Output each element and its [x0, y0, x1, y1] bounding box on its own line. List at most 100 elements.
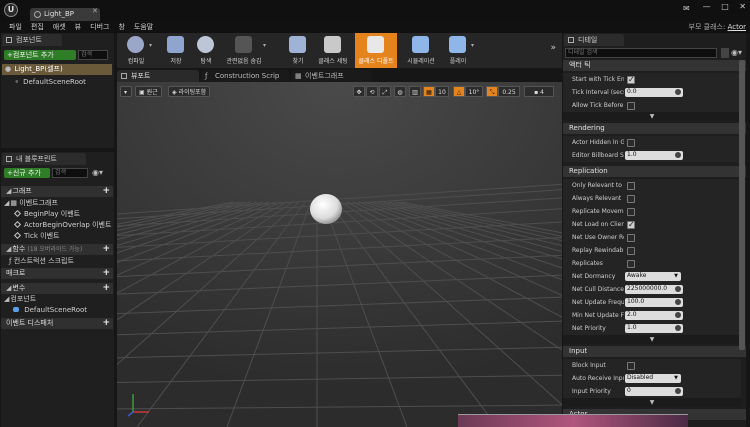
- rotate-tool-icon[interactable]: ⟲: [366, 86, 378, 97]
- event-item-beginplay[interactable]: BeginPlay 이벤트: [13, 209, 80, 220]
- toolbar-overflow-icon[interactable]: »: [550, 43, 556, 53]
- details-section-header[interactable]: Input: [563, 346, 746, 357]
- property-dropdown[interactable]: Awake ▼: [625, 272, 681, 281]
- translate-tool-icon[interactable]: ✥: [353, 86, 365, 97]
- world-local-icon[interactable]: ◍: [394, 86, 406, 97]
- advanced-expand-icon[interactable]: ▼: [563, 398, 741, 407]
- add-event-dispatcher-icon[interactable]: +: [102, 318, 110, 329]
- lit-button[interactable]: ◈ 라이팅포함: [168, 86, 211, 97]
- details-section-header[interactable]: Replication: [563, 166, 746, 177]
- perspective-button[interactable]: ▣ 원근: [135, 86, 162, 97]
- details-section-header[interactable]: 액터 틱: [563, 60, 746, 71]
- rotation-snap-icon[interactable]: △: [453, 86, 465, 97]
- property-number-field[interactable]: 2.0: [625, 311, 683, 320]
- property-checkbox[interactable]: [627, 218, 635, 231]
- property-checkbox[interactable]: [627, 260, 635, 268]
- surface-snap-icon[interactable]: ▥: [409, 86, 421, 97]
- notification-icon[interactable]: ✉: [683, 4, 690, 13]
- class-settings-button[interactable]: 클래스 세팅: [313, 33, 353, 68]
- property-number-field[interactable]: 100.0: [625, 298, 683, 307]
- reset-icon[interactable]: [675, 299, 681, 305]
- add-component-button[interactable]: +컴포넌트 추가: [4, 50, 76, 60]
- details-search-input[interactable]: 디테일 검색: [565, 48, 717, 58]
- reset-icon[interactable]: [675, 312, 681, 318]
- parent-class-link[interactable]: Actor: [728, 23, 746, 31]
- chevron-down-icon[interactable]: ▾: [149, 42, 152, 49]
- property-number-field[interactable]: 225000000.0: [625, 285, 683, 294]
- rotation-snap-value[interactable]: 10°: [465, 86, 483, 97]
- property-checkbox[interactable]: [627, 247, 635, 255]
- property-checkbox[interactable]: [627, 102, 635, 110]
- add-variable-icon[interactable]: +: [102, 283, 110, 294]
- property-checkbox[interactable]: [627, 139, 635, 147]
- construction-script-item[interactable]: ƒ 컨스트럭션 스크립트: [9, 256, 74, 267]
- components-root-item[interactable]: ● Light_BP(셀프): [2, 64, 112, 75]
- macros-section[interactable]: 매크로 +: [1, 268, 113, 279]
- reset-icon[interactable]: [675, 388, 681, 394]
- variables-section[interactable]: ◢변수 +: [1, 283, 113, 294]
- property-number-field[interactable]: 0: [625, 387, 683, 396]
- find-button[interactable]: 찾기: [281, 33, 315, 68]
- details-scrollbar[interactable]: [739, 60, 745, 350]
- components-category[interactable]: ◢컴포넌트: [4, 294, 36, 305]
- save-button[interactable]: 저장: [159, 33, 193, 68]
- property-dropdown[interactable]: Disabled ▼: [625, 374, 681, 383]
- advanced-expand-icon[interactable]: ▼: [563, 112, 741, 121]
- reset-icon[interactable]: [675, 325, 681, 331]
- menu-file[interactable]: 파일: [9, 21, 22, 33]
- property-matrix-icon[interactable]: [721, 48, 729, 58]
- my-blueprint-search-input[interactable]: 검색: [52, 168, 88, 178]
- property-checkbox[interactable]: [627, 362, 635, 370]
- simulate-button[interactable]: 시뮬레이션: [401, 33, 441, 68]
- menu-help[interactable]: 도움말: [134, 21, 153, 33]
- camera-speed-button[interactable]: ▪ 4: [524, 86, 554, 97]
- document-tab[interactable]: Light_BP: [30, 8, 100, 21]
- grid-snap-icon[interactable]: ▦: [423, 86, 435, 97]
- reset-icon[interactable]: [675, 286, 681, 292]
- grid-snap-value[interactable]: 10: [435, 86, 449, 97]
- property-number-field[interactable]: 0.0: [625, 88, 683, 97]
- menu-edit[interactable]: 편집: [31, 21, 44, 33]
- component-variable-item[interactable]: DefaultSceneRoot: [13, 305, 87, 316]
- tab-viewport[interactable]: 뷰포트: [117, 70, 199, 82]
- menu-view[interactable]: 뷰: [75, 21, 81, 33]
- event-item-tick[interactable]: Tick 이벤트: [13, 231, 59, 242]
- property-checkbox[interactable]: [627, 73, 635, 86]
- chevron-down-icon[interactable]: ▾: [471, 42, 474, 49]
- scale-snap-value[interactable]: 0.25: [498, 86, 520, 97]
- event-graph-item[interactable]: ◢▦ 이벤트그래프: [4, 198, 58, 209]
- add-macro-icon[interactable]: +: [102, 268, 110, 279]
- menu-debug[interactable]: 디버그: [90, 21, 109, 33]
- add-graph-icon[interactable]: +: [102, 186, 110, 197]
- browse-button[interactable]: 탐색: [189, 33, 223, 68]
- advanced-expand-icon[interactable]: ▼: [563, 335, 741, 344]
- functions-section[interactable]: ◢함수 (18 오버라이드 가능) +: [1, 244, 113, 255]
- graphs-section[interactable]: ◢그래프 +: [1, 186, 113, 197]
- property-checkbox[interactable]: [627, 182, 635, 190]
- play-button[interactable]: ▾ 플레이: [441, 33, 475, 68]
- event-dispatchers-section[interactable]: 이벤트 디스패처 +: [1, 318, 113, 329]
- property-number-field[interactable]: 1.0: [625, 151, 683, 160]
- compile-button[interactable]: ▾ 컴파일: [119, 33, 153, 68]
- viewport-menu-button[interactable]: ▾: [120, 86, 132, 97]
- maximize-icon[interactable]: □: [721, 2, 729, 11]
- details-view-options-icon[interactable]: ◉▾: [731, 48, 742, 57]
- reset-icon[interactable]: [675, 152, 681, 158]
- minimize-icon[interactable]: —: [703, 2, 711, 11]
- class-defaults-button[interactable]: 클래스 디폴트: [355, 33, 397, 68]
- close-tab-icon[interactable]: ✕: [92, 7, 98, 15]
- event-item-overlap[interactable]: ActorBeginOverlap 이벤트: [13, 220, 111, 231]
- tab-construction-script[interactable]: ƒ Construction Scrip: [201, 70, 289, 82]
- components-child-item[interactable]: ⚬ DefaultSceneRoot: [14, 77, 112, 88]
- add-function-icon[interactable]: +: [102, 244, 110, 255]
- view-options-icon[interactable]: ◉▾: [92, 168, 103, 177]
- tab-event-graph[interactable]: ▦ 이벤트그래프: [291, 70, 371, 82]
- scale-tool-icon[interactable]: ⤢: [379, 86, 391, 97]
- menu-window[interactable]: 창: [118, 21, 124, 33]
- details-section-header[interactable]: Rendering: [563, 123, 746, 134]
- reset-icon[interactable]: [675, 89, 681, 95]
- menu-asset[interactable]: 애셋: [53, 21, 66, 33]
- add-new-button[interactable]: +신규 추가: [4, 168, 50, 178]
- property-checkbox[interactable]: [627, 234, 635, 242]
- viewport[interactable]: ▾ ▣ 원근 ◈ 라이팅포함 ✥ ⟲ ⤢ ◍ ▥ ▦ 10 △ 10° ⤡ 0.…: [117, 82, 562, 427]
